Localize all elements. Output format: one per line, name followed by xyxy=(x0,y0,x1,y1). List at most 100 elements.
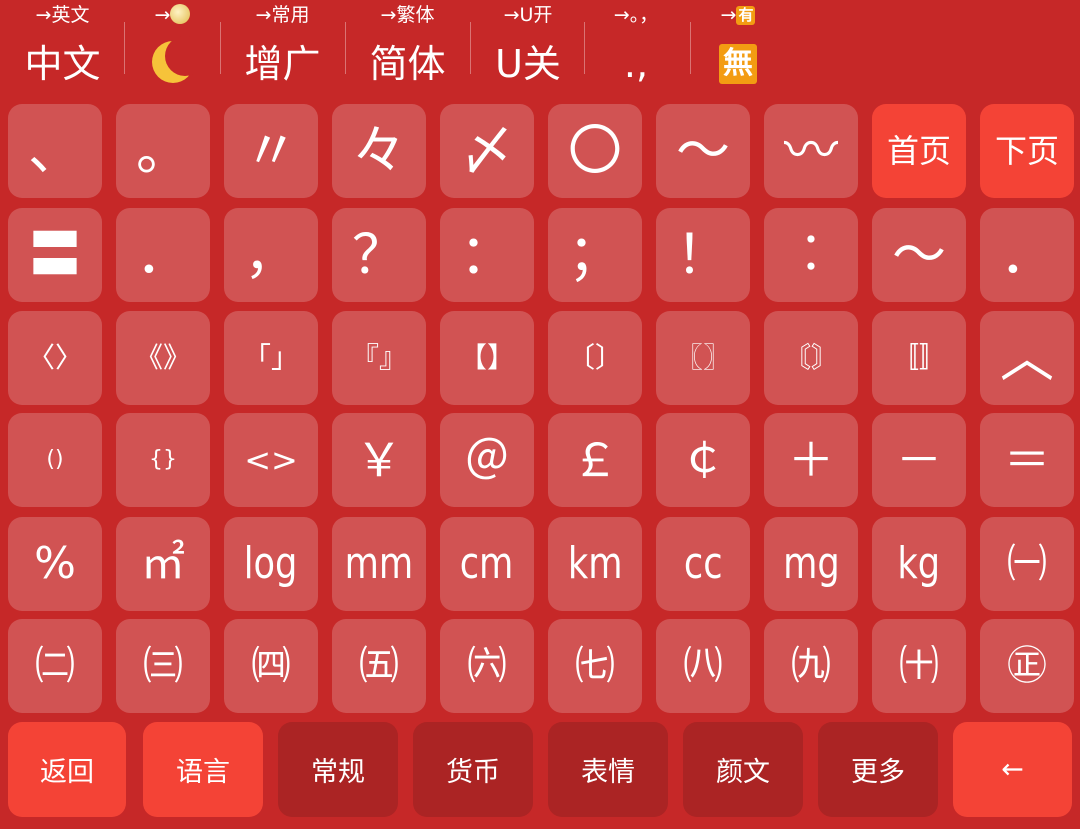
next-page-button[interactable]: 下页 xyxy=(980,104,1074,198)
bracket-key[interactable]: () xyxy=(8,413,102,507)
symbol-key-label: ； xyxy=(568,223,622,286)
symbol-key[interactable]: 〆 xyxy=(440,104,534,198)
symbol-key[interactable]: ＋ xyxy=(764,413,858,507)
unit-key[interactable]: cc xyxy=(656,517,750,611)
script-switch-hint: →繁体 xyxy=(380,4,435,26)
enclosed-numeral-key[interactable]: ㈤ xyxy=(332,619,426,713)
divider xyxy=(690,22,691,74)
symbol-key[interactable]: 、 xyxy=(8,104,102,198)
enclosed-numeral-key[interactable]: ㊣ xyxy=(980,619,1074,713)
unit-key[interactable]: % xyxy=(8,517,102,611)
symbol-key[interactable]: 。 xyxy=(116,104,210,198)
symbol-key[interactable]: ！ xyxy=(656,208,750,302)
symbol-key-label: 『』 xyxy=(350,341,407,374)
symbol-key-label: () xyxy=(46,447,64,472)
back-button[interactable]: 返回 xyxy=(8,722,126,817)
tab-more[interactable]: 更多 xyxy=(818,722,938,817)
symbol-key[interactable]: 〓 xyxy=(8,208,102,302)
symbol-key[interactable]: ； xyxy=(548,208,642,302)
unit-key[interactable]: cm xyxy=(440,517,534,611)
symbol-key-label: 〇 xyxy=(568,119,622,182)
u-mode-switch-hint: →U开 xyxy=(503,4,553,26)
symbol-key-label: 【】 xyxy=(458,341,515,374)
symbol-key-label: 〜 xyxy=(676,119,730,182)
backspace-button[interactable]: ← xyxy=(953,722,1072,817)
enclosed-numeral-key[interactable]: ㈨ xyxy=(764,619,858,713)
enclosed-numeral-key[interactable]: ㈧ xyxy=(656,619,750,713)
enclosed-numeral-key[interactable]: ㈩ xyxy=(872,619,966,713)
u-mode-switch-label: U关 xyxy=(495,42,561,86)
symbol-key-label: ︰ xyxy=(784,223,838,286)
emoji-switch-label: 無 xyxy=(698,38,778,90)
language-switch[interactable]: →英文 中文 xyxy=(10,0,115,96)
bracket-key[interactable]: {} xyxy=(116,413,210,507)
symbol-key-label: 〖〗 xyxy=(674,341,731,374)
symbol-key-label: ㈠ xyxy=(1007,541,1047,587)
symbol-key[interactable]: ＝ xyxy=(980,413,1074,507)
symbol-key-label: 「」 xyxy=(242,341,299,374)
bracket-key[interactable]: 〚〛 xyxy=(872,311,966,405)
symbol-key[interactable]: ． xyxy=(116,208,210,302)
unit-key[interactable]: mg xyxy=(764,517,858,611)
unit-key[interactable]: kg xyxy=(872,517,966,611)
symbol-key[interactable]: ＠ xyxy=(440,413,534,507)
symbol-key[interactable]: 々 xyxy=(332,104,426,198)
first-page-button[interactable]: 首页 xyxy=(872,104,966,198)
enclosed-numeral-key[interactable]: ㈠ xyxy=(980,517,1074,611)
symbol-key[interactable]: ︿ xyxy=(980,311,1074,405)
unit-key[interactable]: mm xyxy=(332,517,426,611)
symbol-key-label: ＠ xyxy=(464,433,510,487)
bracket-key[interactable]: 【】 xyxy=(440,311,534,405)
unit-key[interactable]: log xyxy=(224,517,318,611)
tab-kaomoji[interactable]: 颜文 xyxy=(683,722,803,817)
enclosed-numeral-key[interactable]: ㈥ xyxy=(440,619,534,713)
unit-key[interactable]: km xyxy=(548,517,642,611)
script-switch[interactable]: →繁体 简体 xyxy=(355,0,460,96)
language-switch-hint: →英文 xyxy=(35,4,90,26)
bracket-key[interactable]: 〔〕 xyxy=(548,311,642,405)
unit-key[interactable]: ㎡ xyxy=(116,517,210,611)
enclosed-numeral-key[interactable]: ㈣ xyxy=(224,619,318,713)
night-mode-hint: → xyxy=(130,3,215,27)
symbol-key[interactable]: ？ xyxy=(332,208,426,302)
symbol-key-label: ㈢ xyxy=(143,643,183,689)
bracket-key[interactable]: 〈〉 xyxy=(8,311,102,405)
u-mode-switch[interactable]: →U开 U关 xyxy=(478,0,578,96)
bracket-key[interactable]: 〘〙 xyxy=(764,311,858,405)
lexicon-switch-hint: →常用 xyxy=(255,4,310,26)
emoji-switch[interactable]: → 有 無 xyxy=(698,0,778,96)
bracket-key[interactable]: <> xyxy=(224,413,318,507)
bracket-key[interactable]: 《》 xyxy=(116,311,210,405)
symbol-key[interactable]: 〃 xyxy=(224,104,318,198)
symbol-key[interactable]: ． xyxy=(980,208,1074,302)
tab-currency[interactable]: 货币 xyxy=(413,722,533,817)
bracket-key[interactable]: 〖〗 xyxy=(656,311,750,405)
symbol-key-label: <> xyxy=(244,441,298,479)
symbol-key[interactable]: ￥ xyxy=(332,413,426,507)
symbol-key[interactable]: ￡ xyxy=(548,413,642,507)
symbol-key[interactable]: ～ xyxy=(872,208,966,302)
punctuation-switch[interactable]: →。， ., xyxy=(592,0,680,96)
symbol-key[interactable]: － xyxy=(872,413,966,507)
symbol-key[interactable]: 〇 xyxy=(548,104,642,198)
symbol-key-label: {} xyxy=(149,447,177,472)
symbol-key[interactable]: ， xyxy=(224,208,318,302)
tab-general[interactable]: 常规 xyxy=(278,722,398,817)
night-mode-switch[interactable]: → xyxy=(130,0,215,96)
symbol-key[interactable]: ￠ xyxy=(656,413,750,507)
symbol-key-label: 〰 xyxy=(784,119,838,182)
symbol-key-label: cc xyxy=(683,538,723,589)
enclosed-numeral-key[interactable]: ㈦ xyxy=(548,619,642,713)
tab-emoji[interactable]: 表情 xyxy=(548,722,668,817)
bracket-key[interactable]: 「」 xyxy=(224,311,318,405)
night-mode-label xyxy=(130,36,215,90)
bracket-key[interactable]: 『』 xyxy=(332,311,426,405)
symbol-key[interactable]: ： xyxy=(440,208,534,302)
lexicon-switch[interactable]: →常用 增广 xyxy=(230,0,335,96)
symbol-key[interactable]: 〰 xyxy=(764,104,858,198)
symbol-key[interactable]: 〜 xyxy=(656,104,750,198)
tab-language[interactable]: 语言 xyxy=(143,722,263,817)
symbol-key[interactable]: ︰ xyxy=(764,208,858,302)
enclosed-numeral-key[interactable]: ㈡ xyxy=(8,619,102,713)
enclosed-numeral-key[interactable]: ㈢ xyxy=(116,619,210,713)
